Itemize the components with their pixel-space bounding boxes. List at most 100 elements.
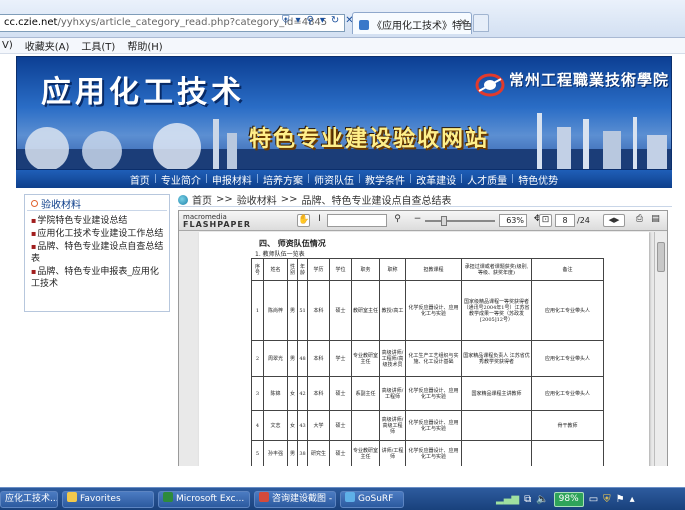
menu-icon[interactable]: ▤ xyxy=(649,214,662,227)
table-cell: 化工生产工艺组织与实施、化工设计基础 xyxy=(405,340,462,377)
viewer-search-input[interactable] xyxy=(327,214,387,227)
signal-icon[interactable]: ▂▄▆ xyxy=(496,494,519,505)
taskbar-item-favorites[interactable]: Favorites xyxy=(62,491,154,508)
viewer-page-area[interactable]: 四、 师资队伍情况 1. 教师队伍一览表 序号 姓名 性别 年龄 学历 学位 职… xyxy=(179,232,655,466)
nav-item-conditions[interactable]: 教学条件 xyxy=(361,172,409,187)
sidebar-item-application-form[interactable]: ▪品牌、特色专业申报表_应用化工技术 xyxy=(31,266,165,290)
nav-item-application[interactable]: 申报材料 xyxy=(208,172,256,187)
sidebar-item-label: 品牌、特色专业建设点自查总结表 xyxy=(31,242,164,264)
breadcrumb-home[interactable]: 首页 xyxy=(192,192,212,207)
table-cell: 高级讲师/工程师/高级技术员 xyxy=(379,340,406,377)
tab-title: 《应用化工技术》特色专... xyxy=(372,21,472,32)
faculty-table: 序号 姓名 性别 年龄 学历 学位 职务 职称 担教课程 承担过课或者课题获奖(… xyxy=(251,258,604,466)
home-icon xyxy=(178,194,188,205)
print-icon[interactable]: ⎙ xyxy=(633,214,646,227)
breadcrumb-sep: >> xyxy=(280,194,298,205)
browser-tab-active[interactable]: 《应用化工技术》特色专... × xyxy=(352,12,472,34)
fit-page-button[interactable]: ⊡ xyxy=(539,214,552,227)
battery-icon[interactable]: ▭ xyxy=(589,494,598,505)
zoom-level[interactable]: 63% xyxy=(499,214,527,227)
flashpaper-logo: macromedia FLASHPAPER xyxy=(183,214,252,229)
battery-indicator[interactable]: 98% xyxy=(553,492,584,507)
nav-item-features[interactable]: 特色优势 xyxy=(514,172,562,187)
tray-arrow-icon[interactable]: ▴ xyxy=(630,494,635,505)
taskbar-label: Microsoft Exc... xyxy=(176,494,245,504)
dropdown-icon[interactable]: ▾ xyxy=(296,15,301,26)
system-tray: ▂▄▆ ⧉ 🔈 98% ▭ ⛨ ⚑ ▴ xyxy=(496,491,685,508)
table-cell: 男 xyxy=(287,340,298,377)
volume-icon[interactable]: 🔈 xyxy=(536,494,548,505)
column-header: 年龄 xyxy=(297,258,308,281)
menu-tools[interactable]: 工具(T) xyxy=(81,38,115,53)
sidebar-item-major-summary[interactable]: ▪应用化工技术专业建设工作总结 xyxy=(31,228,165,240)
column-header: 学历 xyxy=(307,258,330,281)
table-cell: 文志 xyxy=(263,410,288,441)
taskbar-label: 应化工技术... xyxy=(5,494,58,504)
window-icon xyxy=(259,492,269,502)
taskbar-label: Favorites xyxy=(80,494,121,504)
taskbar-item-screenshot[interactable]: 咨询建设截图 - ... xyxy=(254,491,336,508)
nav-item-reform[interactable]: 改革建设 xyxy=(412,172,460,187)
viewer-scrollbar[interactable] xyxy=(654,232,667,466)
table-cell: 男 xyxy=(287,280,298,341)
search-icon[interactable]: ⚲ xyxy=(391,214,404,227)
hand-tool-button[interactable]: ✋ xyxy=(297,214,310,227)
nav-item-faculty[interactable]: 师资队伍 xyxy=(310,172,358,187)
table-cell: 陈锦 xyxy=(263,376,288,411)
taskbar-item-gosurf[interactable]: GoSuRF xyxy=(340,491,404,508)
network-icon[interactable]: ⧉ xyxy=(524,494,531,505)
menu-view[interactable]: V) xyxy=(2,40,13,51)
shield-icon[interactable]: ⛨ xyxy=(603,494,611,505)
page-number-input[interactable]: 8 xyxy=(555,214,575,227)
zoom-out-icon[interactable]: − xyxy=(411,214,424,227)
scrollbar-thumb[interactable] xyxy=(657,242,665,272)
table-cell: 系副主任 xyxy=(351,376,380,411)
table-cell: 化学反应器设计、应用化工与实验 xyxy=(405,376,462,411)
zoom-slider-handle[interactable] xyxy=(441,216,447,226)
sidebar-heading-text: 验收材料 xyxy=(41,200,81,211)
zoom-slider[interactable] xyxy=(425,216,495,226)
flag-icon[interactable]: ⚑ xyxy=(616,494,625,505)
text-select-button[interactable]: I xyxy=(313,214,326,227)
shield-icon[interactable]: ⛨ xyxy=(282,15,290,26)
logo-bottom: FLASHPAPER xyxy=(183,220,252,229)
page-total: /24 xyxy=(577,216,590,225)
table-cell: 51 xyxy=(297,280,308,341)
nav-item-quality[interactable]: 人才质量 xyxy=(463,172,511,187)
table-cell xyxy=(461,440,532,466)
document-icon: ▪ xyxy=(31,242,37,251)
sidebar-item-self-check[interactable]: ▪品牌、特色专业建设点自查总结表 xyxy=(31,241,165,265)
refresh-icon[interactable]: ↻ xyxy=(331,15,339,26)
search-icon[interactable]: ⚲ xyxy=(307,15,314,26)
tab-close-icon[interactable]: × xyxy=(459,17,467,28)
dropdown-icon-2[interactable]: ▾ xyxy=(320,15,325,26)
breadcrumb-level1[interactable]: 验收材料 xyxy=(237,192,277,207)
nav-item-training-plan[interactable]: 培养方案 xyxy=(259,172,307,187)
table-cell: 男 xyxy=(287,440,298,466)
table-cell: 硕士 xyxy=(329,376,352,411)
table-cell: 国家精品课程主讲教师 xyxy=(461,376,532,411)
new-tab-button[interactable] xyxy=(473,14,489,32)
sidebar-item-college-summary[interactable]: ▪学院特色专业建设总结 xyxy=(31,215,165,227)
taskbar-item-excel[interactable]: Microsoft Exc... xyxy=(158,491,250,508)
taskbar-item-browser[interactable]: 应化工技术... xyxy=(0,491,58,508)
table-cell: 陈尚梓 xyxy=(263,280,288,341)
prev-next-page-button[interactable]: ◀▶ xyxy=(603,214,625,227)
sidebar-item-label: 学院特色专业建设总结 xyxy=(37,216,128,226)
document-page: 四、 师资队伍情况 1. 教师队伍一览表 序号 姓名 性别 年龄 学历 学位 职… xyxy=(199,232,649,466)
table-cell: 5 xyxy=(251,440,264,466)
table-cell: 周翠光 xyxy=(263,340,288,377)
menu-help[interactable]: 帮助(H) xyxy=(127,38,162,53)
nav-item-home[interactable]: 首页 xyxy=(126,172,154,187)
school-logo-icon xyxy=(475,73,505,97)
nav-item-intro[interactable]: 专业简介 xyxy=(157,172,205,187)
column-header: 职务 xyxy=(351,258,380,281)
menu-favorites[interactable]: 收藏夹(A) xyxy=(25,38,70,53)
table-cell: 孙丰强 xyxy=(263,440,288,466)
table-cell: 国家级精品课程一等奖获得者（通讯号2004年1号）江苏省教学成果一等奖（苏政发[… xyxy=(461,280,532,341)
sidebar-item-label: 应用化工技术专业建设工作总结 xyxy=(37,229,164,239)
table-cell: 女 xyxy=(287,410,298,441)
column-header: 职称 xyxy=(379,258,406,281)
table-header-row: 序号 姓名 性别 年龄 学历 学位 职务 职称 担教课程 承担过课或者课题获奖(… xyxy=(251,258,604,281)
table-cell: 研究生 xyxy=(307,440,330,466)
